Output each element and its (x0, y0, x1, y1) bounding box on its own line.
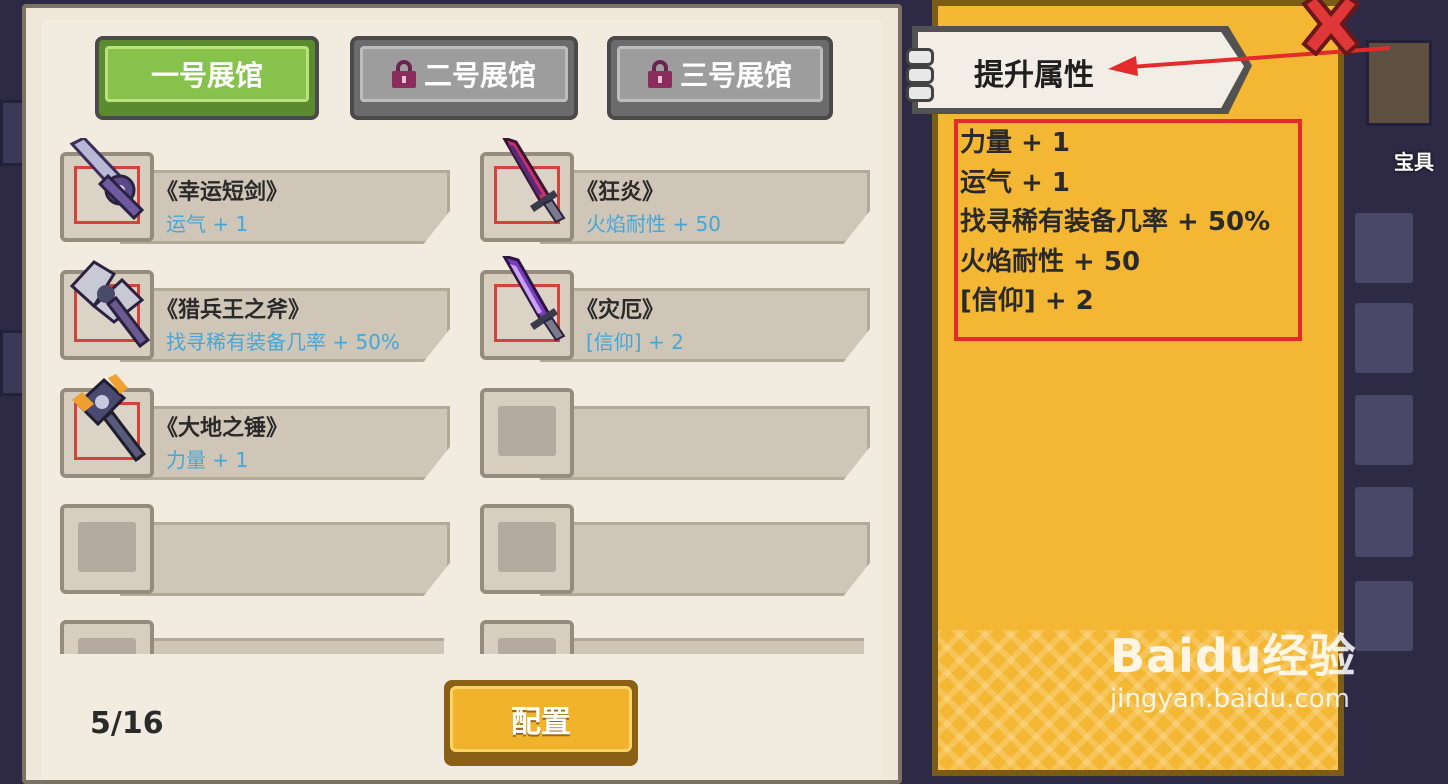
annotation-highlight-box (954, 119, 1302, 341)
side-menu-icon[interactable] (1352, 210, 1416, 286)
ring-icon (906, 84, 934, 102)
exhibit-count: 5/16 (90, 706, 164, 741)
tab-hall-2[interactable]: 二号展馆 (350, 36, 578, 120)
exhibit-name: 《猎兵王之斧》 (156, 298, 311, 323)
tab-hall-1-label: 一号展馆 (150, 59, 263, 92)
lock-icon (647, 60, 672, 88)
calamity-sword-icon (502, 256, 566, 342)
exhibit-slot-9[interactable] (60, 620, 444, 654)
ring-icon (906, 66, 934, 84)
exhibit-slot-2[interactable]: 《狂炎》 火焰耐性 + 50 (480, 138, 870, 246)
exhibit-attribute: 运气 + 1 (166, 212, 249, 236)
close-icon[interactable] (1298, 0, 1364, 56)
tab-hall-2-label: 二号展馆 (423, 59, 536, 92)
exhibit-slot-10[interactable] (480, 620, 864, 654)
frenzy-flame-sword-icon (502, 138, 566, 224)
hunter-king-axe-icon (69, 260, 151, 349)
watermark-brand: Baidu经验 (1110, 629, 1357, 683)
exhibit-name: 《灾厄》 (576, 298, 665, 323)
side-menu-icon[interactable] (1352, 300, 1416, 376)
exhibit-name: 《狂炎》 (576, 180, 665, 205)
lucky-dagger-icon (69, 138, 145, 221)
panel-title: 提升属性 (974, 58, 1094, 93)
treasure-label: 宝具 (1394, 150, 1434, 174)
lock-icon (391, 60, 416, 88)
earth-hammer-icon (72, 374, 147, 463)
config-button[interactable]: 配置 (444, 680, 638, 766)
exhibit-slot-7[interactable] (60, 504, 450, 598)
exhibit-attribute: 火焰耐性 + 50 (586, 212, 721, 236)
exhibit-attribute: 力量 + 1 (166, 448, 249, 472)
exhibit-name: 《幸运短剑》 (156, 180, 289, 205)
config-button-label: 配置 (450, 686, 632, 752)
exhibit-slot-3[interactable]: 《猎兵王之斧》 找寻稀有装备几率 + 50% (60, 260, 450, 364)
exhibit-slot-5[interactable]: 《大地之锤》 力量 + 1 (60, 374, 450, 482)
side-menu-icon[interactable] (1352, 578, 1416, 654)
exhibit-slot-6[interactable] (480, 388, 870, 482)
exhibit-slot-1[interactable]: 《幸运短剑》 运气 + 1 (60, 138, 450, 246)
tab-hall-3[interactable]: 三号展馆 (607, 36, 833, 120)
watermark-url: jingyan.baidu.com (1110, 684, 1350, 714)
exhibit-attribute: 找寻稀有装备几率 + 50% (166, 330, 400, 354)
side-menu-icon[interactable] (1352, 484, 1416, 560)
tab-hall-3-label: 三号展馆 (679, 59, 792, 92)
baidu-watermark: Baidu经验 jingyan.baidu.com (1110, 620, 1357, 714)
exhibit-name: 《大地之锤》 (156, 416, 289, 441)
tab-hall-1[interactable]: 一号展馆 (95, 36, 319, 120)
ring-icon (906, 48, 934, 66)
exhibit-slot-8[interactable] (480, 504, 870, 598)
side-menu-icon[interactable] (1352, 392, 1416, 468)
exhibit-attribute: [信仰] + 2 (586, 330, 684, 354)
exhibit-slot-4[interactable]: 《灾厄》 [信仰] + 2 (480, 256, 870, 364)
